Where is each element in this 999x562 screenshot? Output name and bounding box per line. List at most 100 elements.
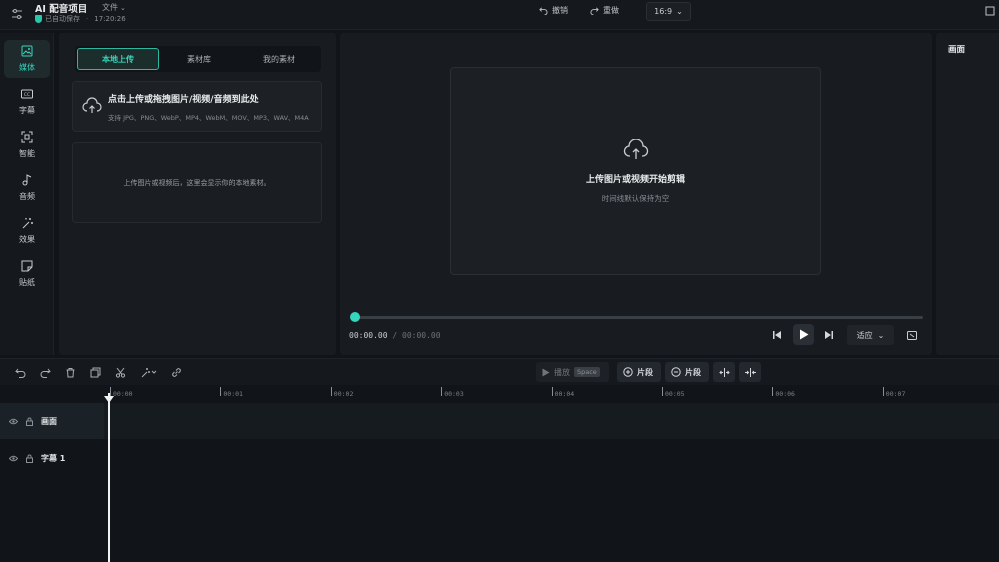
fit-label: 适应 [856,330,873,340]
save-status-label: 已自动保存 [45,15,80,23]
ruler-tick [441,387,443,396]
minus-circle-icon [671,367,681,377]
play-button[interactable] [793,324,814,345]
smart-scan-icon [21,131,33,143]
zoom-out-timeline-button[interactable] [739,362,761,382]
ruler-tick [772,387,774,396]
ruler-tick-label: 00:03 [444,390,464,398]
track-lane[interactable] [104,403,999,439]
zoom-fit-select[interactable]: 适应 ⌄ [847,325,894,345]
track-lane[interactable] [104,440,999,476]
redo-button[interactable]: 重做 [590,5,619,16]
media-panel: 本地上传 素材库 我的素材 点击上传或拖拽图片/视频/音频到此处 支持 JPG、… [59,33,336,355]
timecode: 00:00.00 / 00:00.00 [349,331,441,340]
chevron-down-icon: ⌄ [676,7,683,16]
sidebar-item-media[interactable]: 媒体 [4,40,50,78]
ruler-tick [551,387,553,396]
save-status: 已自动保存 · 17:20:26 [35,14,126,24]
tab-asset-library[interactable]: 素材库 [159,48,239,70]
ruler-tick-label: 00:01 [223,390,243,398]
sidebar-item-subtitles[interactable]: CC 字幕 [4,83,50,121]
remove-segment-button[interactable]: 片段 [665,362,709,382]
eye-icon[interactable] [9,454,18,463]
playhead-line[interactable] [108,393,110,562]
skip-back-icon[interactable] [772,330,782,340]
track-name: 字幕 1 [41,453,66,463]
shortcut-key: Space [574,367,600,377]
lock-icon[interactable] [25,417,34,426]
undo-button[interactable]: 撤销 [539,5,568,16]
timeline-ruler[interactable]: 00:00 00:01 00:02 00:03 00:04 00:05 00:06 00:07 [0,385,999,403]
svg-text:CC: CC [24,92,30,98]
redo-icon[interactable] [40,367,51,378]
menu-sliders-icon[interactable] [11,8,23,20]
redo-label: 重做 [603,6,619,15]
timeline-toolbar: 播放 Space 片段 片段 [0,358,999,385]
shield-check-icon [35,15,42,23]
cc-icon: CC [21,89,33,99]
preview-panel: 上传图片或视频开始剪辑 时间线默认保持为空 00:00.00 / 00:00.0… [340,33,932,355]
ruler-tick [220,387,222,396]
app-title: AI 配音项目 [35,4,88,15]
track-header: 字幕 1 [0,440,104,476]
magic-split-dropdown-icon[interactable] [140,367,158,378]
track-row-canvas[interactable]: 画面 [0,403,999,439]
add-segment-button[interactable]: 片段 [617,362,661,382]
sidebar-item-stickers[interactable]: 贴纸 [4,255,50,293]
side-rail: 媒体 CC 字幕 智能 音频 效果 贴纸 [0,33,54,355]
upload-dropzone[interactable]: 点击上传或拖拽图片/视频/音频到此处 支持 JPG、PNG、WebP、MP4、W… [72,81,322,132]
ruler-tick [110,387,111,396]
upload-formats: 支持 JPG、PNG、WebP、MP4、WebM、MOV、MP3、WAV、M4A [108,114,309,122]
tab-local-upload[interactable]: 本地上传 [77,48,159,70]
sidebar-item-effects[interactable]: 效果 [4,212,50,250]
properties-panel: 画面 [936,33,999,355]
zoom-in-timeline-button[interactable] [713,362,735,382]
fullscreen-icon[interactable] [907,331,917,340]
playhead-marker[interactable] [104,396,114,403]
time-separator: / [392,331,398,340]
ruler-tick-label: 00:06 [775,390,795,398]
track-name: 画面 [41,416,57,426]
magic-wand-icon [22,218,33,229]
media-tabs: 本地上传 素材库 我的素材 [75,46,321,72]
lock-icon[interactable] [25,454,34,463]
sidebar-item-audio[interactable]: 音频 [4,169,50,207]
timeline-tracks: 画面 字幕 1 [0,403,999,562]
canvas-subtitle: 时间线默认保持为空 [601,194,670,203]
file-menu[interactable]: 文件 ⌄ [102,2,126,13]
play-icon [799,329,808,340]
aspect-ratio-select[interactable]: 16:9 ⌄ [646,2,691,21]
ruler-tick [662,387,663,396]
top-bar: AI 配音项目 文件 ⌄ 已自动保存 · 17:20:26 撤销 重做 16:9 … [0,0,999,30]
eye-icon[interactable] [9,417,18,426]
separator-dot: · [86,15,89,23]
tab-my-assets[interactable]: 我的素材 [239,48,319,70]
undo-icon[interactable] [15,367,26,378]
add-segment-label: 片段 [637,367,653,377]
chevron-down-icon: ⌄ [877,330,885,340]
sidebar-item-smart[interactable]: 智能 [4,126,50,164]
playback-scrubber[interactable] [350,312,923,322]
duplicate-icon[interactable] [90,367,101,378]
export-icon[interactable] [985,6,995,16]
empty-hint: 上传图片或视频后，这里会显示你的本地素材。 [123,178,271,187]
properties-title: 画面 [948,45,966,55]
delete-icon[interactable] [65,367,76,378]
expand-horizontal-icon [718,367,730,377]
sidebar-item-label: 效果 [19,235,35,244]
split-play-button[interactable]: 播放 Space [536,362,609,382]
undo-icon [539,7,548,15]
cloud-upload-icon [623,139,649,159]
sidebar-item-label: 字幕 [19,106,35,115]
scissors-icon[interactable] [115,367,126,378]
total-time: 00:00.00 [402,331,441,340]
track-row-subtitle[interactable]: 字幕 1 [0,440,999,476]
remove-segment-label: 片段 [685,367,701,377]
preview-canvas[interactable]: 上传图片或视频开始剪辑 时间线默认保持为空 [450,67,821,275]
ruler-tick-label: 00:04 [554,390,575,398]
link-icon[interactable] [171,367,182,378]
undo-label: 撤销 [552,6,568,15]
scrubber-handle[interactable] [350,312,360,322]
skip-forward-icon[interactable] [824,330,834,340]
upload-title: 点击上传或拖拽图片/视频/音频到此处 [108,95,259,105]
